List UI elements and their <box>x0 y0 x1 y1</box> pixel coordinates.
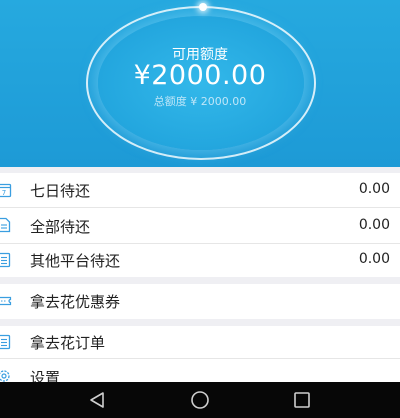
menu-item-coupons[interactable]: 拿去花优惠券 <box>0 284 400 319</box>
svg-text:7: 7 <box>2 189 6 197</box>
menu-label: 全部待还 <box>30 218 91 236</box>
available-credit-amount: ¥2000.00 <box>133 60 267 91</box>
ring-indicator-dot <box>199 3 207 11</box>
menu-label: 拿去花优惠券 <box>30 293 121 311</box>
recents-icon[interactable] <box>290 382 314 418</box>
home-icon[interactable] <box>186 382 214 418</box>
credit-header: 可用额度 ¥2000.00 总额度 ¥ 2000.00 <box>0 0 400 167</box>
menu-label: 设置 <box>30 369 61 382</box>
total-credit-text: 总额度 ¥ 2000.00 <box>153 95 247 108</box>
list-icon <box>0 252 11 268</box>
menu-value: 0.00 <box>358 251 390 267</box>
menu-item-orders[interactable]: 拿去花订单 <box>0 326 400 358</box>
back-icon[interactable] <box>84 382 110 418</box>
gear-icon <box>0 370 10 382</box>
menu-label: 七日待还 <box>30 182 91 200</box>
menu-item-seven-day[interactable]: 7 七日待还 0.00 <box>0 173 400 207</box>
ticket-icon <box>0 296 12 306</box>
menu-value: 0.00 <box>358 217 390 233</box>
menu-label: 拿去花订单 <box>30 334 106 352</box>
list-icon <box>0 334 11 350</box>
menu-label: 其他平台待还 <box>30 252 121 270</box>
system-navigation-bar <box>0 382 400 418</box>
calendar-icon: 7 <box>0 183 12 198</box>
document-icon <box>0 217 11 233</box>
menu-item-settings[interactable]: 设置 <box>0 359 400 382</box>
menu-item-other-platform[interactable]: 其他平台待还 0.00 <box>0 244 400 277</box>
menu-value: 0.00 <box>358 181 390 197</box>
menu-item-all-due[interactable]: 全部待还 0.00 <box>0 208 400 243</box>
